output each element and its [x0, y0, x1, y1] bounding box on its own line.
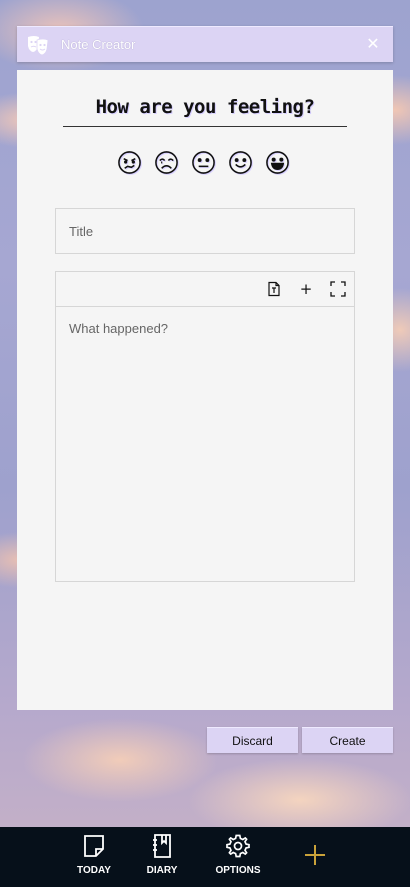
nav-diary-label: DIARY: [146, 865, 178, 876]
editor-toolbar: +: [56, 272, 354, 307]
note-creator-panel: How are you feeling? Title + What happen…: [17, 70, 393, 710]
mood-heading: How are you feeling?: [63, 96, 347, 127]
text-file-icon[interactable]: [266, 281, 282, 297]
mood-selector: [117, 150, 290, 178]
mood-angry-icon[interactable]: [117, 150, 142, 175]
nav-today[interactable]: TODAY: [64, 833, 124, 881]
create-button[interactable]: Create: [302, 727, 393, 753]
window-title: Note Creator: [61, 37, 136, 52]
bottom-nav: TODAY DIARY OPTIONS: [0, 827, 410, 887]
close-icon[interactable]: ✕: [365, 36, 381, 52]
nav-options-label: OPTIONS: [215, 865, 261, 876]
mood-sad-icon[interactable]: [154, 150, 179, 175]
mood-very-happy-icon[interactable]: [265, 150, 290, 175]
note-editor: +: [55, 271, 355, 582]
add-note-button[interactable]: [302, 842, 328, 868]
sticky-note-icon: [64, 833, 124, 859]
mood-neutral-icon[interactable]: [191, 150, 216, 175]
window-titlebar: Note Creator ✕: [17, 26, 393, 62]
nav-options[interactable]: OPTIONS: [208, 833, 268, 881]
nav-today-label: TODAY: [77, 865, 111, 876]
plus-icon: [302, 845, 328, 872]
gear-icon: [208, 833, 268, 859]
journal-icon: [132, 833, 192, 859]
mood-happy-icon[interactable]: [228, 150, 253, 175]
nav-diary[interactable]: DIARY: [132, 833, 192, 881]
theater-masks-icon: [25, 32, 51, 58]
title-input[interactable]: [55, 208, 355, 254]
discard-button[interactable]: Discard: [207, 727, 298, 753]
plus-icon[interactable]: +: [298, 280, 314, 298]
body-textarea[interactable]: [56, 307, 354, 581]
fullscreen-icon[interactable]: [330, 281, 346, 297]
